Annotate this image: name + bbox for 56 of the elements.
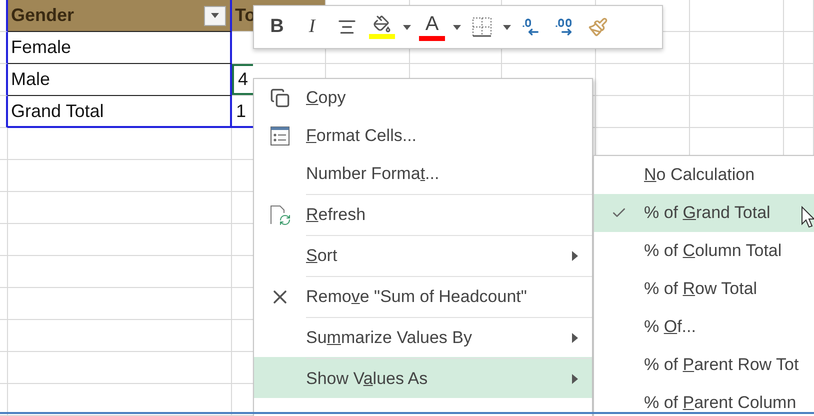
context-menu-item[interactable]: Sort [254, 234, 592, 275]
submenu-item[interactable]: % Of... [594, 308, 814, 346]
submenu-arrow-icon [572, 333, 578, 343]
menu-item-label: % of Parent Row Tot [644, 354, 799, 376]
menu-item-label: Sort [306, 246, 338, 266]
submenu-arrow-icon [572, 374, 578, 384]
menu-item-label: % of Parent Column [644, 392, 796, 414]
context-menu-item[interactable]: Refresh [254, 193, 592, 234]
paint-bucket-icon [373, 15, 391, 33]
decrease-decimal-icon [554, 17, 574, 37]
row-label: Male [10, 68, 50, 91]
font-color-button[interactable]: A [415, 10, 449, 44]
sheet-cell [784, 0, 814, 32]
submenu-arrow-icon [572, 251, 578, 261]
submenu-item[interactable]: % of Parent Row Tot [594, 346, 814, 384]
refresh-icon [269, 204, 291, 226]
menu-item-label: Remove "Sum of Headcount" [306, 287, 527, 306]
context-menu-item[interactable]: Number Format... [254, 155, 592, 193]
copy-icon [270, 88, 290, 108]
menu-item-label: % of Row Total [644, 278, 758, 300]
menu-item-label: Refresh [306, 205, 366, 224]
selected-value-cell: 4 [232, 64, 253, 95]
row-label: Grand Total [10, 100, 104, 122]
borders-icon [472, 17, 492, 37]
menu-item-label: Show Values As [306, 369, 428, 388]
submenu-item[interactable]: % of Parent Column [594, 384, 814, 416]
sheet-cell [784, 32, 814, 64]
paintbrush-icon [588, 17, 608, 37]
context-menu-item[interactable]: Remove "Sum of Headcount" [254, 275, 592, 316]
mouse-pointer-icon [801, 206, 814, 228]
context-menu-item[interactable]: Format Cells... [254, 117, 592, 155]
increase-decimal-icon [521, 17, 541, 37]
menu-item-label: Format Cells... [306, 126, 417, 146]
caret-icon[interactable] [453, 24, 461, 30]
format-cells-icon [270, 126, 290, 146]
header-label: Gender [11, 4, 74, 27]
submenu-item[interactable]: % of Grand Total [594, 194, 814, 232]
filter-dropdown-button[interactable] [204, 6, 226, 26]
caret-icon[interactable] [503, 24, 511, 30]
caret-icon[interactable] [403, 24, 411, 30]
row-label: Female [10, 36, 72, 59]
context-menu-item[interactable]: Show Values As [254, 357, 592, 398]
submenu-item[interactable]: % of Column Total [594, 232, 814, 270]
context-menu-item[interactable]: Summarize Values By [254, 316, 592, 357]
menu-item-label: % Of... [644, 316, 696, 338]
sheet-cell [784, 64, 814, 96]
menu-item-label: No Calculation [644, 164, 755, 186]
context-menu-item[interactable]: Copy [254, 79, 592, 117]
submenu-item[interactable]: % of Row Total [594, 270, 814, 308]
menu-item-label: % of Grand Total [644, 202, 770, 224]
caret-icon[interactable] [211, 13, 219, 18]
menu-item-label: Summarize Values By [306, 328, 472, 348]
menu-item-label: Number Format... [306, 164, 440, 184]
submenu-item[interactable]: No Calculation [594, 156, 814, 194]
menu-item-label: % of Column Total [644, 240, 782, 262]
menu-item-label: Copy [306, 88, 346, 108]
